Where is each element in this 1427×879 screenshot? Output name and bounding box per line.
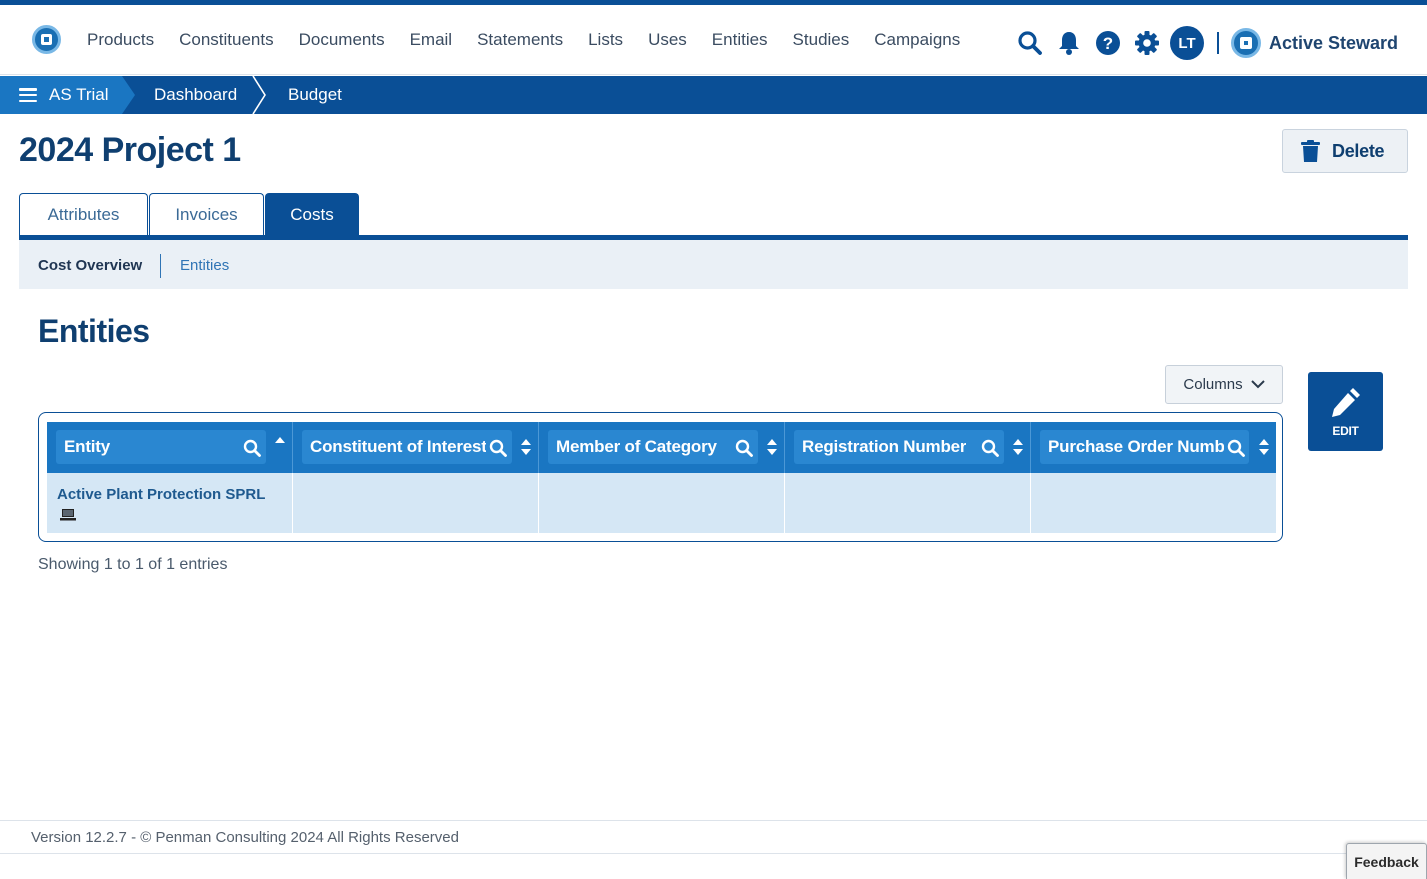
brand-name: Active Steward: [1269, 32, 1399, 53]
column-header-member[interactable]: Member of Category: [539, 422, 785, 473]
breadcrumb: AS Trial Dashboard Budget: [0, 76, 1427, 114]
table-cell-constituent: [293, 473, 539, 533]
brand[interactable]: Active Steward: [1231, 28, 1398, 58]
delete-button-label: Delete: [1332, 140, 1385, 161]
table-cell-member: [539, 473, 785, 533]
subnav-divider: [160, 254, 161, 278]
column-filter-member: Member of Category: [548, 430, 758, 464]
nav-campaigns[interactable]: Campaigns: [874, 28, 960, 52]
column-header-registration[interactable]: Registration Number: [785, 422, 1031, 473]
column-label-entity: Entity: [64, 437, 111, 456]
sort-icon[interactable]: [520, 438, 532, 456]
feedback-button[interactable]: Feedback: [1346, 843, 1427, 879]
breadcrumb-item-budget: Budget: [288, 85, 342, 104]
nav-studies[interactable]: Studies: [793, 28, 850, 52]
column-filter-entity: Entity: [56, 430, 266, 464]
sort-icon[interactable]: [1012, 438, 1024, 456]
pencil-icon: [1331, 387, 1360, 417]
sort-icon[interactable]: [766, 438, 778, 456]
column-header-purchase-order[interactable]: Purchase Order Number: [1031, 422, 1276, 473]
nav-documents[interactable]: Documents: [299, 28, 385, 52]
breadcrumb-home[interactable]: AS Trial: [0, 76, 122, 114]
footer: Version 12.2.7 - © Penman Consulting 202…: [0, 820, 1427, 854]
entities-table: Entity Constituent of Interest Member of…: [38, 412, 1283, 542]
gear-icon[interactable]: [1133, 29, 1161, 57]
nav-products[interactable]: Products: [87, 28, 154, 52]
column-filter-constituent: Constituent of Interest: [302, 430, 512, 464]
svg-text:?: ?: [1103, 34, 1113, 53]
sort-icon[interactable]: [1258, 438, 1270, 456]
column-filter-purchase-order: Purchase Order Number: [1040, 430, 1249, 464]
top-navbar: Products Constituents Documents Email St…: [0, 5, 1427, 75]
app-logo-icon[interactable]: [32, 25, 61, 54]
trash-icon: [1301, 139, 1320, 162]
breadcrumb-item-dashboard[interactable]: Dashboard: [154, 85, 237, 105]
table-cell-purchase-order: [1031, 473, 1276, 533]
search-icon[interactable]: [981, 439, 999, 457]
subnav-entities[interactable]: Entities: [180, 257, 229, 274]
help-icon[interactable]: ?: [1094, 29, 1122, 57]
column-label-constituent: Constituent of Interest: [310, 437, 486, 456]
bell-icon[interactable]: [1055, 29, 1083, 57]
nav-lists[interactable]: Lists: [588, 28, 623, 52]
delete-button[interactable]: Delete: [1282, 129, 1408, 173]
table-cell-entity: Active Plant Protection SPRL: [47, 473, 293, 533]
main-nav: Products Constituents Documents Email St…: [87, 28, 985, 52]
table-info: Showing 1 to 1 of 1 entries: [38, 556, 228, 573]
brand-logo-icon: [1231, 28, 1261, 58]
chevron-down-icon: [1250, 380, 1265, 389]
table-header: Entity Constituent of Interest Member of…: [47, 422, 1276, 473]
breadcrumb-chevron-icon: [252, 76, 266, 114]
column-label-purchase-order: Purchase Order Number: [1048, 437, 1224, 456]
tab-attributes[interactable]: Attributes: [19, 193, 148, 236]
nav-email[interactable]: Email: [410, 28, 453, 52]
table-cell-registration: [785, 473, 1031, 533]
column-filter-registration: Registration Number: [794, 430, 1004, 464]
tab-invoices[interactable]: Invoices: [149, 193, 264, 236]
column-header-entity[interactable]: Entity: [47, 422, 293, 473]
columns-button-label: Columns: [1183, 376, 1243, 393]
search-icon[interactable]: [735, 439, 753, 457]
nav-uses[interactable]: Uses: [648, 28, 687, 52]
edit-button[interactable]: EDIT: [1308, 372, 1383, 451]
avatar[interactable]: LT: [1170, 26, 1204, 60]
column-label-member: Member of Category: [556, 437, 717, 456]
columns-button[interactable]: Columns: [1165, 365, 1283, 404]
footer-text: Version 12.2.7 - © Penman Consulting 202…: [31, 829, 459, 846]
entity-link[interactable]: Active Plant Protection SPRL: [57, 486, 265, 503]
subnav-cost-overview[interactable]: Cost Overview: [38, 257, 142, 274]
nav-statements[interactable]: Statements: [477, 28, 563, 52]
nav-actions: ? LT Active Steward: [1016, 26, 1398, 60]
sort-asc-icon[interactable]: [274, 435, 286, 453]
column-label-registration: Registration Number: [802, 437, 967, 456]
breadcrumb-item-as-trial[interactable]: AS Trial: [49, 85, 109, 105]
tab-bar: Attributes Invoices Costs: [19, 193, 360, 236]
hamburger-icon[interactable]: [19, 88, 37, 103]
column-header-constituent[interactable]: Constituent of Interest: [293, 422, 539, 473]
nav-entities[interactable]: Entities: [712, 28, 768, 52]
laptop-icon: [60, 509, 76, 521]
sub-navigation: Cost Overview Entities: [19, 240, 1408, 289]
nav-constituents[interactable]: Constituents: [179, 28, 274, 52]
section-title: Entities: [38, 313, 150, 349]
edit-button-label: EDIT: [1332, 423, 1359, 438]
page-title: 2024 Project 1: [19, 131, 241, 169]
breadcrumb-arrow: [122, 76, 135, 114]
search-icon[interactable]: [489, 439, 507, 457]
search-icon[interactable]: [243, 439, 261, 457]
nav-divider: [1217, 32, 1219, 54]
search-icon[interactable]: [1016, 29, 1044, 57]
table-row[interactable]: Active Plant Protection SPRL: [47, 473, 1276, 533]
search-icon[interactable]: [1227, 439, 1245, 457]
tab-costs[interactable]: Costs: [265, 193, 359, 236]
